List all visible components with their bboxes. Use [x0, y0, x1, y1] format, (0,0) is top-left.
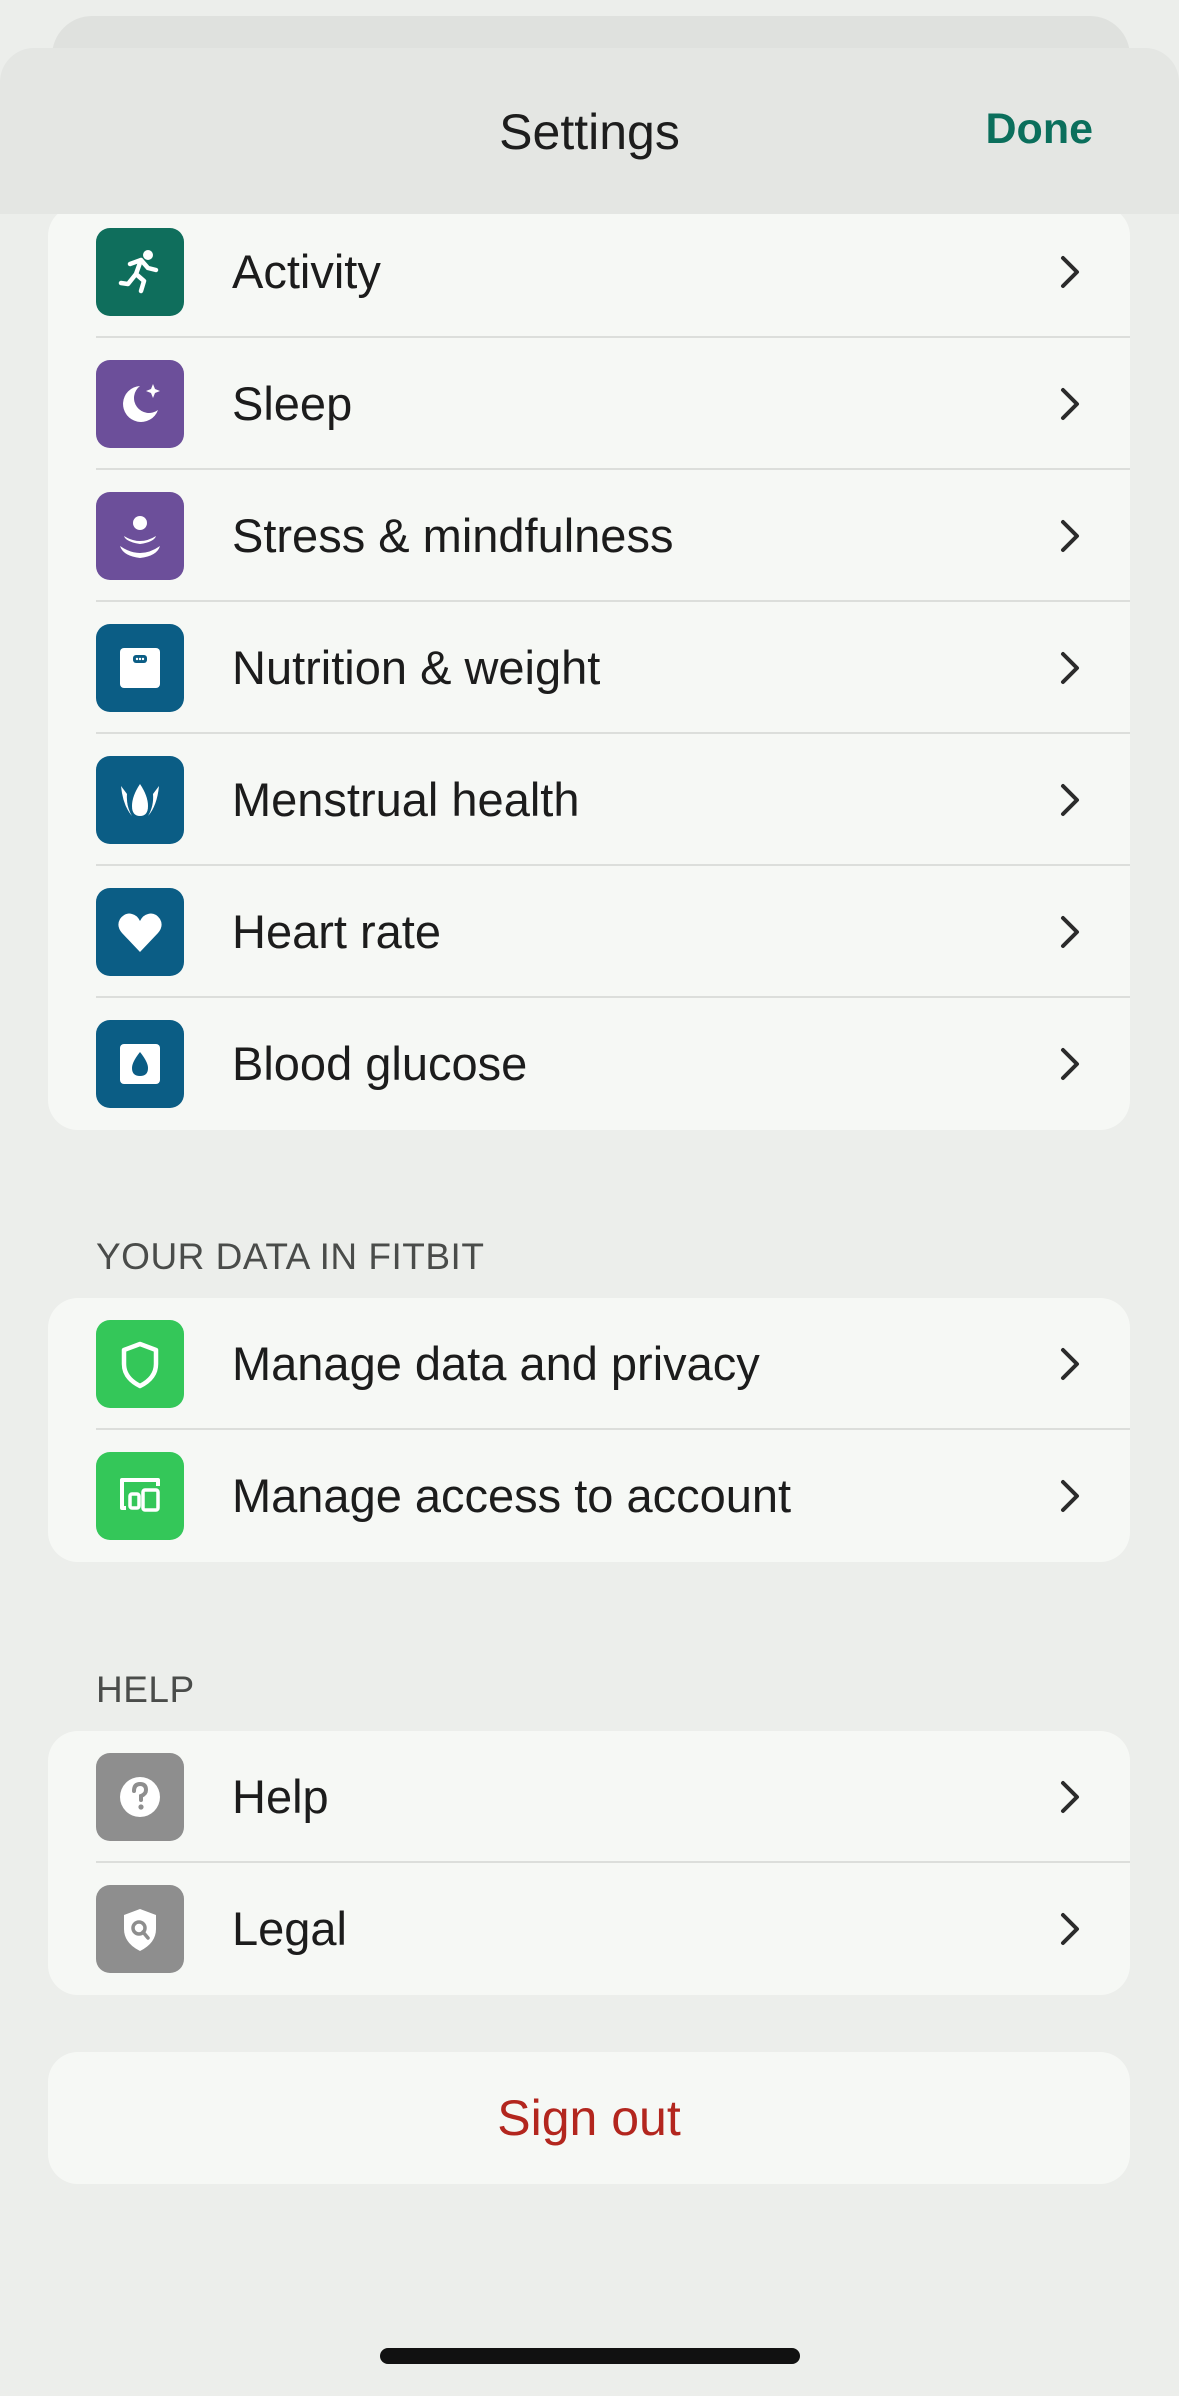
blood-drop-icon — [96, 1020, 184, 1108]
devices-icon — [96, 1452, 184, 1540]
settings-item-sleep[interactable]: Sleep — [48, 338, 1130, 470]
settings-item-label: Heart rate — [232, 905, 441, 958]
data-settings-group: Manage data and privacy Manage access to… — [48, 1298, 1130, 1562]
settings-item-blood-glucose[interactable]: Blood glucose — [48, 998, 1130, 1130]
settings-item-label: Nutrition & weight — [232, 641, 601, 694]
settings-item-label: Activity — [232, 245, 381, 298]
lotus-icon — [96, 756, 184, 844]
chevron-right-icon — [1061, 1480, 1079, 1512]
chevron-right-icon — [1061, 652, 1079, 684]
settings-item-activity[interactable]: Activity — [48, 206, 1130, 338]
chevron-right-icon — [1061, 388, 1079, 420]
home-indicator — [380, 2348, 800, 2364]
heart-icon — [96, 888, 184, 976]
nav-bar: Settings Done — [0, 48, 1179, 214]
section-header-help: HELP — [96, 1669, 195, 1710]
settings-item-help[interactable]: Help — [48, 1731, 1130, 1863]
chevron-right-icon — [1061, 1348, 1079, 1380]
settings-item-label: Sleep — [232, 377, 353, 430]
settings-item-manage-data-privacy[interactable]: Manage data and privacy — [48, 1298, 1130, 1430]
settings-item-heart-rate[interactable]: Heart rate — [48, 866, 1130, 998]
shield-icon — [96, 1320, 184, 1408]
meditation-icon — [96, 492, 184, 580]
running-figure-icon — [96, 228, 184, 316]
settings-item-stress-mindfulness[interactable]: Stress & mindfulness — [48, 470, 1130, 602]
settings-item-nutrition-weight[interactable]: Nutrition & weight — [48, 602, 1130, 734]
settings-item-menstrual-health[interactable]: Menstrual health — [48, 734, 1130, 866]
sign-out-button[interactable]: Sign out — [48, 2052, 1130, 2184]
scale-icon — [96, 624, 184, 712]
chevron-right-icon — [1061, 1781, 1079, 1813]
question-icon — [96, 1753, 184, 1841]
section-header-your-data: YOUR DATA IN FITBIT — [96, 1236, 485, 1277]
shield-search-icon — [96, 1885, 184, 1973]
chevron-right-icon — [1061, 520, 1079, 552]
settings-item-label: Blood glucose — [232, 1037, 528, 1090]
settings-item-manage-access[interactable]: Manage access to account — [48, 1430, 1130, 1562]
chevron-right-icon — [1061, 1913, 1079, 1945]
settings-item-label: Stress & mindfulness — [232, 509, 674, 562]
moon-star-icon — [96, 360, 184, 448]
settings-item-label: Manage access to account — [232, 1469, 792, 1522]
done-button[interactable]: Done — [986, 105, 1094, 154]
chevron-right-icon — [1061, 1048, 1079, 1080]
settings-item-label: Menstrual health — [232, 773, 580, 826]
settings-item-label: Legal — [232, 1902, 347, 1955]
settings-sheet: Settings Done Activity Sleep Stress & mi… — [0, 48, 1179, 2396]
settings-item-label: Manage data and privacy — [232, 1337, 760, 1390]
chevron-right-icon — [1061, 784, 1079, 816]
settings-item-label: Help — [232, 1770, 329, 1823]
chevron-right-icon — [1061, 916, 1079, 948]
chevron-right-icon — [1061, 256, 1079, 288]
health-settings-group: Activity Sleep Stress & mindfulness Nutr… — [48, 206, 1130, 1130]
settings-item-legal[interactable]: Legal — [48, 1863, 1130, 1995]
help-settings-group: Help Legal — [48, 1731, 1130, 1995]
